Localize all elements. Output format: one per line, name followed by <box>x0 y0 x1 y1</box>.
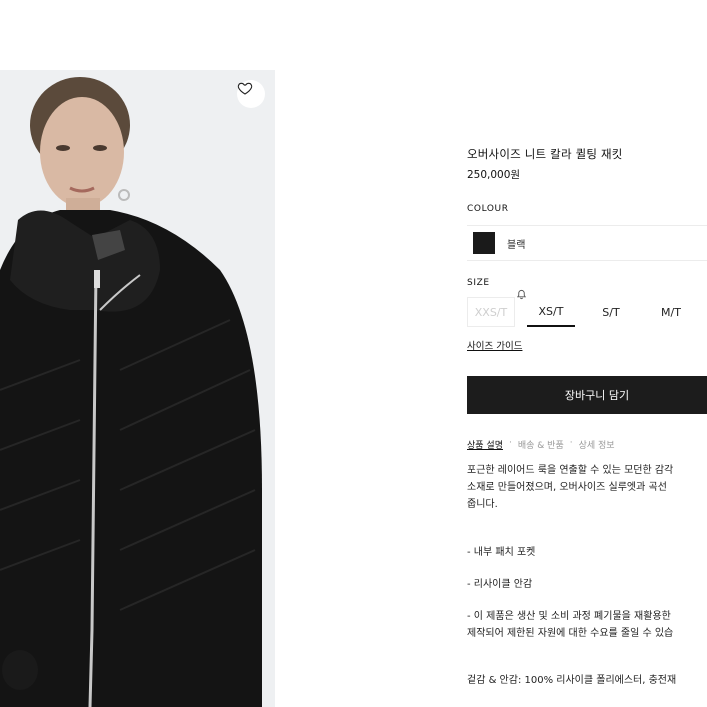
material-info: 겉감 & 안감: 100% 리사이클 폴리에스터, 충전재 <box>467 675 677 686</box>
size-option-label: XS/T <box>538 304 564 318</box>
colour-swatch-black[interactable] <box>473 232 495 254</box>
tab-separator: · <box>508 438 512 448</box>
feature-item: - 이 제품은 생산 및 소비 과정 폐기물을 재활용한 제작되어 제한된 자원… <box>467 608 707 642</box>
feature-line: 제작되어 제한된 자원에 대한 수요를 줄일 수 있습 <box>467 628 674 639</box>
size-label: SIZE <box>467 278 490 288</box>
model-photo-illustration <box>0 70 275 707</box>
feature-line: - 이 제품은 생산 및 소비 과정 폐기물을 재활용한 <box>467 611 671 622</box>
size-options: XXS/T XS/T S/T M/T <box>467 289 695 327</box>
size-option-s[interactable]: S/T <box>587 297 635 327</box>
tab-shipping-returns[interactable]: 배송 & 반품 <box>518 438 564 451</box>
size-option-label: S/T <box>602 305 620 319</box>
product-image <box>0 70 275 707</box>
size-option-label: M/T <box>661 305 681 319</box>
colour-selector: 블랙 <box>467 225 707 261</box>
colour-name: 블랙 <box>507 239 526 251</box>
add-to-cart-button[interactable]: 장바구니 담기 <box>467 376 707 414</box>
size-option-label: XXS/T <box>474 305 508 319</box>
feature-item: - 내부 패치 포켓 <box>467 547 536 558</box>
heart-icon <box>237 82 253 95</box>
add-to-cart-label: 장바구니 담기 <box>564 389 630 402</box>
description-line: 줍니다. <box>467 499 498 510</box>
product-name: 오버사이즈 니트 칼라 퀼팅 재킷 <box>467 147 623 161</box>
product-price: 250,000원 <box>467 169 521 181</box>
description-line: 소재로 만들어졌으며, 오버사이즈 실루엣과 곡선 <box>467 482 667 493</box>
feature-item: - 리사이클 안감 <box>467 579 533 590</box>
size-guide-link[interactable]: 사이즈 가이드 <box>467 338 522 352</box>
bell-icon[interactable] <box>516 289 527 300</box>
tab-description[interactable]: 상품 설명 <box>467 438 503 451</box>
wishlist-button[interactable] <box>237 80 265 108</box>
size-option-xs[interactable]: XS/T <box>527 297 575 327</box>
tab-details[interactable]: 상세 정보 <box>579 438 615 451</box>
size-option-xxs[interactable]: XXS/T <box>467 289 527 327</box>
detail-tabs: 상품 설명 · 배송 & 반품 · 상세 정보 <box>467 438 615 451</box>
colour-label: COLOUR <box>467 204 509 214</box>
description-text: 포근한 레이어드 룩을 연출할 수 있는 모던한 감각 소재로 만들어졌으며, … <box>467 462 707 513</box>
size-option-m[interactable]: M/T <box>647 297 695 327</box>
tab-separator: · <box>569 438 573 448</box>
description-line: 포근한 레이어드 룩을 연출할 수 있는 모던한 감각 <box>467 465 674 476</box>
